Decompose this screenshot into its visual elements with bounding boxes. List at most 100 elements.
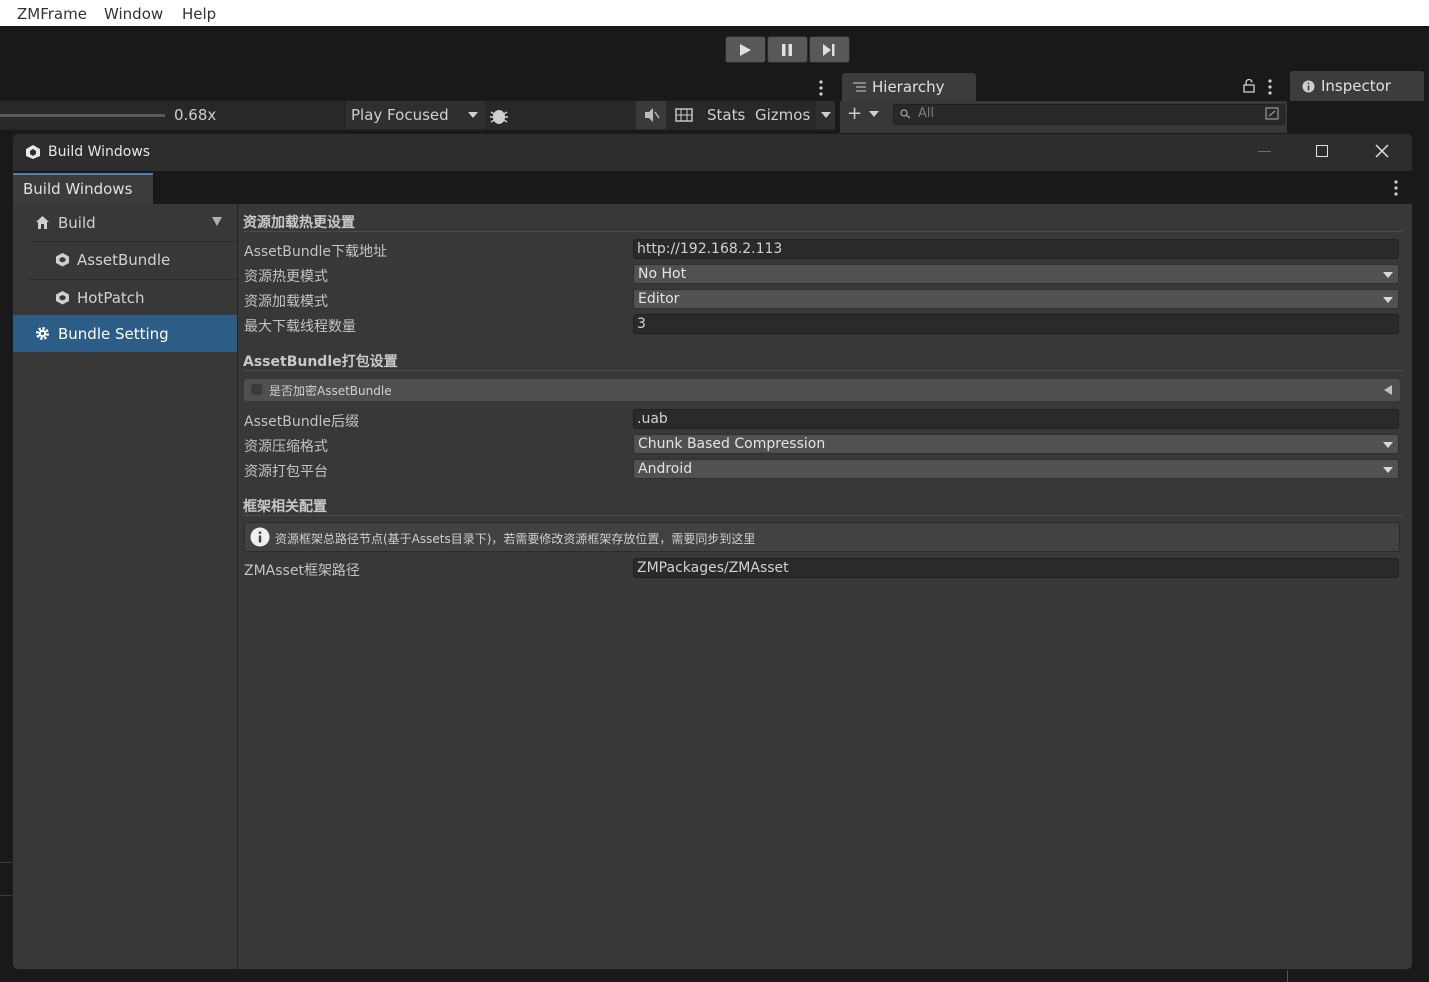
- download-url-field[interactable]: http://192.168.2.113: [633, 239, 1399, 259]
- load-mode-dropdown[interactable]: Editor: [633, 289, 1399, 309]
- compression-dropdown[interactable]: Chunk Based Compression: [633, 434, 1399, 454]
- gizmos-dropdown[interactable]: [816, 101, 835, 129]
- section-title-load: 资源加载热更设置: [243, 215, 355, 231]
- play-button[interactable]: [725, 36, 766, 63]
- encrypt-foldout[interactable]: 是否加密AssetBundle: [244, 379, 1400, 401]
- home-icon: [36, 216, 49, 229]
- platform-value: Android: [638, 461, 693, 477]
- background-divider: [0, 895, 12, 896]
- play-icon: [740, 44, 751, 56]
- mute-button[interactable]: [636, 101, 666, 129]
- hierarchy-more-icon[interactable]: [1267, 79, 1273, 95]
- gameview-more-icon[interactable]: [818, 80, 824, 96]
- sidebar-item-build[interactable]: Build: [13, 204, 237, 242]
- sidebar-item-assetbundle[interactable]: AssetBundle: [13, 241, 237, 279]
- info-helpbox: 资源框架总路径节点(基于Assets目录下)，若需要修改资源框架存放位置，需要同…: [244, 522, 1400, 552]
- download-url-label: AssetBundle下载地址: [244, 244, 388, 260]
- chevron-down-icon: [1383, 297, 1393, 303]
- close-icon[interactable]: [1375, 144, 1389, 158]
- unity-logo-icon: [56, 291, 69, 305]
- max-threads-label: 最大下载线程数量: [244, 319, 356, 335]
- background-divider: [1287, 968, 1288, 982]
- menu-help[interactable]: Help: [182, 5, 216, 23]
- sidebar-item-label: Build: [58, 214, 96, 232]
- chevron-down-icon: [1383, 467, 1393, 473]
- grid-icon[interactable]: [675, 107, 693, 123]
- hot-mode-dropdown[interactable]: No Hot: [633, 264, 1399, 284]
- settings-content: 资源加载热更设置 AssetBundle下载地址 http://192.168.…: [238, 204, 1412, 969]
- window-tab-row: Build Windows: [13, 171, 1412, 204]
- minimize-icon[interactable]: [1258, 151, 1271, 152]
- add-icon[interactable]: +: [847, 103, 862, 124]
- platform-dropdown[interactable]: Android: [633, 459, 1399, 479]
- hierarchy-tab-label: Hierarchy: [872, 78, 945, 96]
- search-options-icon[interactable]: [1265, 107, 1280, 121]
- compression-value: Chunk Based Compression: [638, 436, 826, 452]
- gear-icon: [36, 327, 49, 340]
- frame-path-label: ZMAsset框架路径: [244, 563, 360, 579]
- menu-window[interactable]: Window: [104, 5, 163, 23]
- play-mode-dropdown[interactable]: Play Focused: [344, 101, 485, 129]
- sidebar-item-bundle-setting[interactable]: Bundle Setting: [13, 315, 237, 352]
- tab-build-windows[interactable]: Build Windows: [13, 173, 153, 204]
- frame-path-value: ZMPackages/ZMAsset: [637, 560, 789, 576]
- mute-audio-icon: [645, 108, 660, 122]
- tab-inspector[interactable]: Inspector: [1290, 71, 1424, 101]
- suffix-label: AssetBundle后缀: [244, 414, 360, 430]
- lock-icon[interactable]: [1243, 79, 1255, 93]
- platform-label: 资源打包平台: [244, 464, 328, 480]
- tab-hierarchy[interactable]: Hierarchy: [842, 73, 976, 101]
- sidebar-item-label: Bundle Setting: [58, 325, 169, 343]
- chevron-left-icon: [1384, 385, 1392, 395]
- section-divider: [243, 370, 1403, 371]
- suffix-field[interactable]: .uab: [633, 409, 1399, 429]
- menu-zmframe[interactable]: ZMFrame: [17, 5, 87, 23]
- download-url-value: http://192.168.2.113: [637, 241, 783, 257]
- chevron-down-icon[interactable]: [212, 217, 222, 226]
- bug-icon[interactable]: [488, 106, 510, 126]
- hot-mode-value: No Hot: [638, 266, 687, 282]
- sidebar-item-hotpatch[interactable]: HotPatch: [13, 279, 237, 317]
- window-more-icon[interactable]: [1393, 180, 1399, 196]
- search-placeholder: All: [918, 106, 935, 121]
- unity-logo-icon: [26, 145, 40, 159]
- step-icon: [823, 44, 835, 56]
- pause-button[interactable]: [767, 36, 808, 63]
- background-divider: [0, 862, 12, 863]
- load-mode-label: 资源加载模式: [244, 294, 328, 310]
- chevron-down-icon: [468, 112, 478, 118]
- unity-logo-icon: [56, 253, 69, 267]
- maximize-icon[interactable]: [1316, 145, 1328, 157]
- play-mode-label: Play Focused: [351, 106, 449, 124]
- section-divider: [243, 231, 1403, 232]
- encrypt-checkbox[interactable]: [251, 384, 262, 395]
- load-mode-value: Editor: [638, 291, 680, 307]
- chevron-down-icon[interactable]: [869, 111, 879, 117]
- sidebar: Build AssetBundle HotPatch Bundle Settin…: [13, 204, 238, 969]
- max-threads-value: 3: [637, 316, 646, 332]
- inspector-tab-label: Inspector: [1321, 77, 1391, 95]
- encrypt-label: 是否加密AssetBundle: [269, 384, 392, 398]
- stats-button[interactable]: Stats: [707, 106, 745, 124]
- step-button[interactable]: [809, 36, 850, 63]
- menu-bar: ZMFrame Window Help: [0, 0, 1429, 27]
- section-title-frame: 框架相关配置: [243, 499, 327, 515]
- sidebar-item-label: HotPatch: [77, 289, 145, 307]
- hierarchy-search-input[interactable]: All: [893, 104, 1285, 125]
- tab-label: Build Windows: [23, 180, 133, 198]
- section-divider: [243, 515, 1403, 516]
- window-titlebar[interactable]: Build Windows: [13, 134, 1412, 171]
- chevron-down-icon: [821, 112, 831, 118]
- scale-value: 0.68x: [174, 106, 217, 124]
- search-icon: [900, 109, 911, 119]
- sidebar-item-label: AssetBundle: [77, 251, 171, 269]
- frame-path-field[interactable]: ZMPackages/ZMAsset: [633, 558, 1399, 578]
- scale-slider[interactable]: [0, 114, 165, 117]
- gizmos-button[interactable]: Gizmos: [755, 106, 810, 124]
- build-window: Build Windows Build Windows Build AssetB…: [12, 133, 1413, 970]
- hierarchy-list-icon: [853, 82, 866, 92]
- hot-mode-label: 资源热更模式: [244, 269, 328, 285]
- info-icon: [250, 527, 270, 547]
- gameview-toolbar: 0.68x Play Focused Stats Gizmos: [0, 100, 835, 130]
- max-threads-field[interactable]: 3: [633, 314, 1399, 334]
